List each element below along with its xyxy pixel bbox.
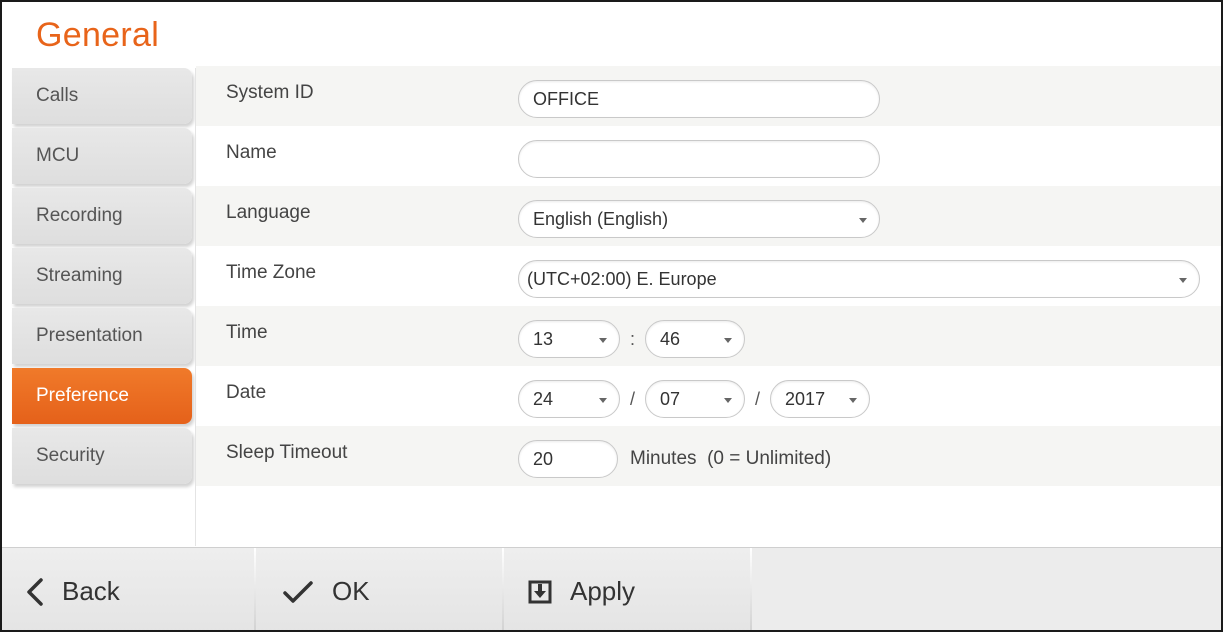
row-language: Language English (English): [196, 186, 1221, 246]
date-separator: /: [755, 388, 761, 409]
page-title: General: [36, 16, 160, 54]
sidebar-item-label: MCU: [36, 145, 80, 166]
minute-select[interactable]: 46: [645, 320, 746, 358]
ok-label: OK: [332, 576, 370, 606]
settings-form: System ID Name Language English (English…: [196, 66, 1221, 486]
apply-label: Apply: [570, 576, 636, 606]
chevron-down-icon: [599, 398, 607, 403]
time-zone-label: Time Zone: [226, 262, 317, 283]
sidebar-item-calls[interactable]: Calls: [12, 68, 192, 124]
row-time-zone: Time Zone (UTC+02:00) E. Europe: [196, 246, 1221, 306]
sidebar-item-label: Security: [36, 445, 105, 466]
sidebar-item-label: Presentation: [36, 325, 143, 346]
date-separator: /: [630, 388, 636, 409]
time-zone-value: (UTC+02:00) E. Europe: [527, 268, 717, 289]
sidebar-item-presentation[interactable]: Presentation: [12, 308, 192, 364]
system-id-label: System ID: [226, 82, 314, 103]
bottom-toolbar: Back OK Apply: [2, 547, 1221, 630]
language-value: English (English): [533, 208, 669, 229]
sleep-timeout-label: Sleep Timeout: [226, 442, 348, 463]
sidebar-item-security[interactable]: Security: [12, 428, 192, 484]
date-label: Date: [226, 382, 267, 403]
time-separator: :: [630, 328, 636, 349]
language-label: Language: [226, 202, 311, 223]
chevron-down-icon: [599, 338, 607, 343]
sidebar-item-label: Streaming: [36, 265, 123, 286]
chevron-down-icon: [724, 398, 733, 403]
sidebar-item-label: Preference: [36, 385, 129, 406]
checkmark-icon: [282, 579, 314, 605]
day-select[interactable]: 24: [518, 380, 620, 418]
chevron-down-icon: [724, 338, 733, 343]
chevron-down-icon: [1179, 278, 1187, 283]
system-id-field[interactable]: [518, 80, 880, 118]
back-label: Back: [62, 576, 120, 606]
row-date: Date 24 / 07 / 2017: [196, 366, 1221, 426]
sidebar-item-label: Recording: [36, 205, 123, 226]
time-label: Time: [226, 322, 268, 343]
toolbar-divider: [750, 548, 752, 630]
back-button[interactable]: Back: [2, 548, 254, 630]
settings-window: General Calls MCU Recording Streaming Pr…: [0, 0, 1223, 632]
sleep-timeout-unit: Minutes (0 = Unlimited): [630, 448, 832, 469]
ok-button[interactable]: OK: [256, 548, 502, 630]
row-sleep-timeout: Sleep Timeout Minutes (0 = Unlimited): [196, 426, 1221, 486]
month-select[interactable]: 07: [645, 380, 746, 418]
sleep-timeout-field[interactable]: [518, 440, 618, 478]
hour-select[interactable]: 13: [518, 320, 620, 358]
year-value: 2017: [785, 388, 826, 409]
sidebar-item-label: Calls: [36, 85, 79, 106]
sidebar-item-streaming[interactable]: Streaming: [12, 248, 192, 304]
hour-value: 13: [533, 328, 554, 349]
year-select[interactable]: 2017: [770, 380, 871, 418]
sidebar-item-preference[interactable]: Preference: [12, 368, 192, 424]
chevron-down-icon: [849, 398, 858, 403]
sidebar-item-recording[interactable]: Recording: [12, 188, 192, 244]
name-label: Name: [226, 142, 277, 163]
apply-button[interactable]: Apply: [504, 548, 750, 630]
time-zone-select[interactable]: (UTC+02:00) E. Europe: [518, 260, 1200, 298]
language-select[interactable]: English (English): [518, 200, 880, 238]
sidebar-item-mcu[interactable]: MCU: [12, 128, 192, 184]
apply-save-icon: [528, 580, 552, 604]
sleep-timeout-input[interactable]: [533, 448, 603, 470]
system-id-input[interactable]: [533, 88, 865, 110]
row-name: Name: [196, 126, 1221, 186]
chevron-down-icon: [859, 218, 867, 223]
chevron-left-icon: [26, 577, 44, 607]
month-value: 07: [660, 388, 681, 409]
day-value: 24: [533, 388, 554, 409]
row-system-id: System ID: [196, 66, 1221, 126]
sidebar: Calls MCU Recording Streaming Presentati…: [12, 68, 192, 488]
row-time: Time 13 : 46: [196, 306, 1221, 366]
minute-value: 46: [660, 328, 681, 349]
name-input[interactable]: [533, 148, 865, 170]
name-field[interactable]: [518, 140, 880, 178]
